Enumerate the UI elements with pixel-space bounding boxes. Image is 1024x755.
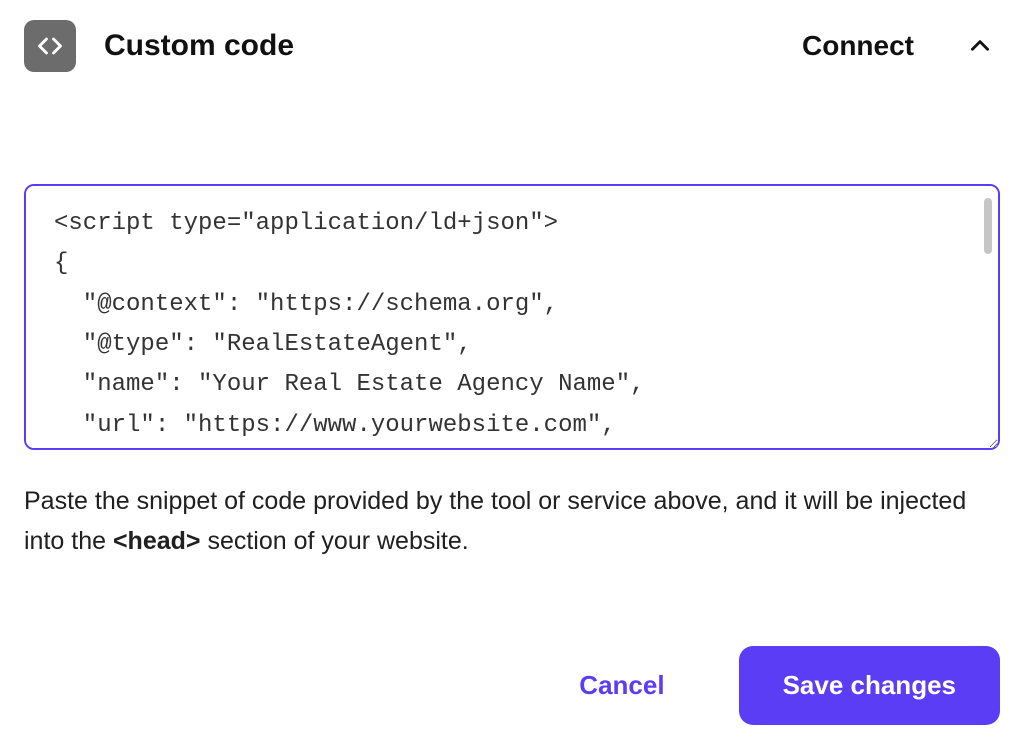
collapse-toggle[interactable]	[960, 26, 1000, 66]
panel-root: Custom code Connect Paste the snippet of…	[0, 0, 1024, 755]
panel-title: Custom code	[104, 29, 774, 63]
chevron-up-icon	[967, 33, 993, 59]
custom-code-textarea[interactable]	[24, 184, 1000, 450]
connect-label: Connect	[802, 30, 914, 62]
footer-actions: Cancel Save changes	[24, 646, 1000, 755]
save-changes-button[interactable]: Save changes	[739, 646, 1000, 725]
code-field-wrapper	[24, 184, 1000, 455]
panel-header: Custom code Connect	[24, 20, 1000, 72]
cancel-button[interactable]: Cancel	[575, 662, 668, 709]
helper-text-post: section of your website.	[201, 527, 469, 555]
helper-text: Paste the snippet of code provided by th…	[24, 481, 1000, 561]
code-icon	[24, 20, 76, 72]
helper-text-bold: <head>	[113, 527, 201, 555]
